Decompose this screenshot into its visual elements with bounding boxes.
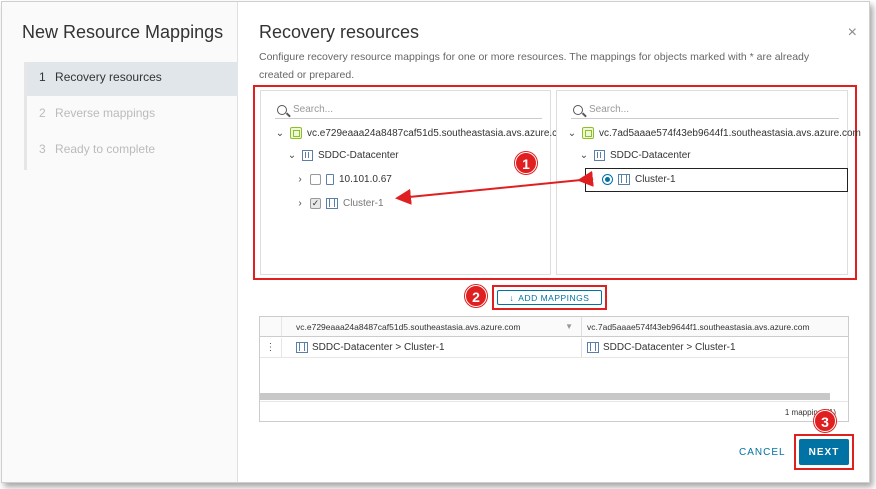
tree-node-label: vc.7ad5aaae574f43eb9644f1.southeastasia.… <box>599 127 861 139</box>
chevron-right-icon[interactable]: › <box>587 174 597 185</box>
grid-header-spacer <box>260 317 282 336</box>
cluster-icon <box>618 174 630 185</box>
horizontal-scrollbar[interactable] <box>260 393 830 400</box>
step-number: 1 <box>39 70 46 84</box>
tree-node-label: Cluster-1 <box>635 174 676 185</box>
tree-node-cluster[interactable]: › Cluster-1 <box>587 174 676 185</box>
chevron-down-icon[interactable]: ⌄ <box>287 150 297 161</box>
close-icon[interactable]: × <box>848 24 857 42</box>
left-search-input[interactable]: Search... <box>275 101 542 119</box>
cluster-icon <box>296 342 308 353</box>
next-button[interactable]: NEXT <box>799 439 849 465</box>
chevron-down-icon[interactable]: ⌄ <box>579 150 589 161</box>
tree-node-label: vc.e729eaaa24a8487caf51d5.southeastasia.… <box>307 127 572 139</box>
recovery-site-tree: Search... ⌄ vc.7ad5aaae574f43eb9644f1.so… <box>556 90 861 275</box>
step-reverse-mappings[interactable]: 2 Reverse mappings <box>27 98 238 132</box>
chevron-down-icon[interactable]: ⌄ <box>567 128 577 139</box>
resource-mappings-dialog: New Resource Mappings 1 Recovery resourc… <box>1 1 870 483</box>
vcenter-icon <box>290 127 302 139</box>
datacenter-icon <box>302 150 313 161</box>
table-row[interactable]: ⋮ SDDC-Datacenter > Cluster-1 SDDC-Datac… <box>260 338 848 358</box>
tree-node-label: SDDC-Datacenter <box>610 150 691 161</box>
wizard-nav: New Resource Mappings 1 Recovery resourc… <box>2 2 238 482</box>
tree-node-vcenter[interactable]: ⌄ vc.7ad5aaae574f43eb9644f1.southeastasi… <box>567 127 861 139</box>
datacenter-icon <box>594 150 605 161</box>
grid-col-header-left[interactable]: vc.e729eaaa24a8487caf51d5.southeastasia.… <box>296 317 582 336</box>
step-recovery-resources[interactable]: 1 Recovery resources <box>27 62 238 96</box>
step-label: Reverse mappings <box>55 106 156 120</box>
annotation-badge-2: 2 <box>465 285 487 307</box>
chevron-right-icon[interactable]: › <box>295 174 305 185</box>
add-mappings-label: ADD MAPPINGS <box>518 292 590 303</box>
step-label: Recovery resources <box>55 70 162 84</box>
grid-col-header-right[interactable]: vc.7ad5aaae574f43eb9644f1.southeastasia.… <box>587 317 842 336</box>
cluster-icon <box>587 342 599 353</box>
cluster-icon <box>326 198 338 209</box>
right-search-placeholder: Search... <box>589 104 630 115</box>
chevron-right-icon[interactable]: › <box>295 198 305 209</box>
host-checkbox[interactable] <box>310 174 321 185</box>
chevron-down-icon[interactable]: ⌄ <box>275 128 285 139</box>
add-mappings-highlight: ↓ ADD MAPPINGS <box>492 285 607 310</box>
step-number: 2 <box>39 106 46 120</box>
cell-text: SDDC-Datacenter > Cluster-1 <box>603 342 736 353</box>
tree-node-label: Cluster-1 <box>343 198 384 209</box>
next-button-highlight: NEXT <box>794 434 854 470</box>
tree-node-cluster[interactable]: › ✓ Cluster-1 <box>295 198 384 209</box>
grid-header: vc.e729eaaa24a8487caf51d5.southeastasia.… <box>260 317 848 337</box>
step-label: Ready to complete <box>55 142 156 156</box>
column-header-label: vc.7ad5aaae574f43eb9644f1.southeastasia.… <box>587 321 810 332</box>
main-content: Recovery resources × Configure recovery … <box>239 2 869 482</box>
tree-node-vcenter[interactable]: ⌄ vc.e729eaaa24a8487caf51d5.southeastasi… <box>275 127 571 139</box>
step-ready-to-complete[interactable]: 3 Ready to complete <box>27 134 238 168</box>
wizard-title: New Resource Mappings <box>22 22 224 42</box>
tree-node-host[interactable]: › 10.101.0.67 <box>295 174 392 185</box>
left-search-placeholder: Search... <box>293 104 334 115</box>
search-icon <box>573 104 583 115</box>
mappings-grid: vc.e729eaaa24a8487caf51d5.southeastasia.… <box>259 316 849 422</box>
step-number: 3 <box>39 142 46 156</box>
cancel-button[interactable]: CANCEL <box>739 447 786 458</box>
tree-node-datacenter[interactable]: ⌄ SDDC-Datacenter <box>287 150 399 161</box>
row-actions-icon[interactable]: ⋮ <box>260 338 282 357</box>
grid-cell-left: SDDC-Datacenter > Cluster-1 <box>296 338 582 357</box>
right-search-input[interactable]: Search... <box>571 101 839 119</box>
cluster-radio[interactable] <box>602 174 613 185</box>
annotation-badge-1: 1 <box>515 152 537 174</box>
column-header-label: vc.e729eaaa24a8487caf51d5.southeastasia.… <box>296 321 521 332</box>
vcenter-icon <box>582 127 594 139</box>
grid-footer: 1 mappings(1) <box>260 401 848 422</box>
tree-node-datacenter[interactable]: ⌄ SDDC-Datacenter <box>579 150 691 161</box>
wizard-steps: 1 Recovery resources 2 Reverse mappings … <box>24 62 238 170</box>
cluster-checkbox[interactable]: ✓ <box>310 198 321 209</box>
page-title: Recovery resources <box>259 22 420 42</box>
page-description: Configure recovery resource mappings for… <box>259 51 810 81</box>
annotation-badge-3: 3 <box>814 410 836 432</box>
add-mappings-button[interactable]: ↓ ADD MAPPINGS <box>497 290 602 305</box>
arrow-down-icon: ↓ <box>509 292 515 303</box>
protected-site-tree: Search... ⌄ vc.e729eaaa24a8487caf51d5.so… <box>260 90 571 275</box>
filter-icon[interactable]: ▼ <box>565 322 573 331</box>
search-icon <box>277 104 287 115</box>
tree-node-label: 10.101.0.67 <box>339 174 392 185</box>
resource-trees-highlight: Search... ⌄ vc.e729eaaa24a8487caf51d5.so… <box>253 85 861 280</box>
grid-cell-right: SDDC-Datacenter > Cluster-1 <box>587 338 842 357</box>
cell-text: SDDC-Datacenter > Cluster-1 <box>312 342 445 353</box>
tree-node-label: SDDC-Datacenter <box>318 150 399 161</box>
host-icon <box>326 174 334 185</box>
